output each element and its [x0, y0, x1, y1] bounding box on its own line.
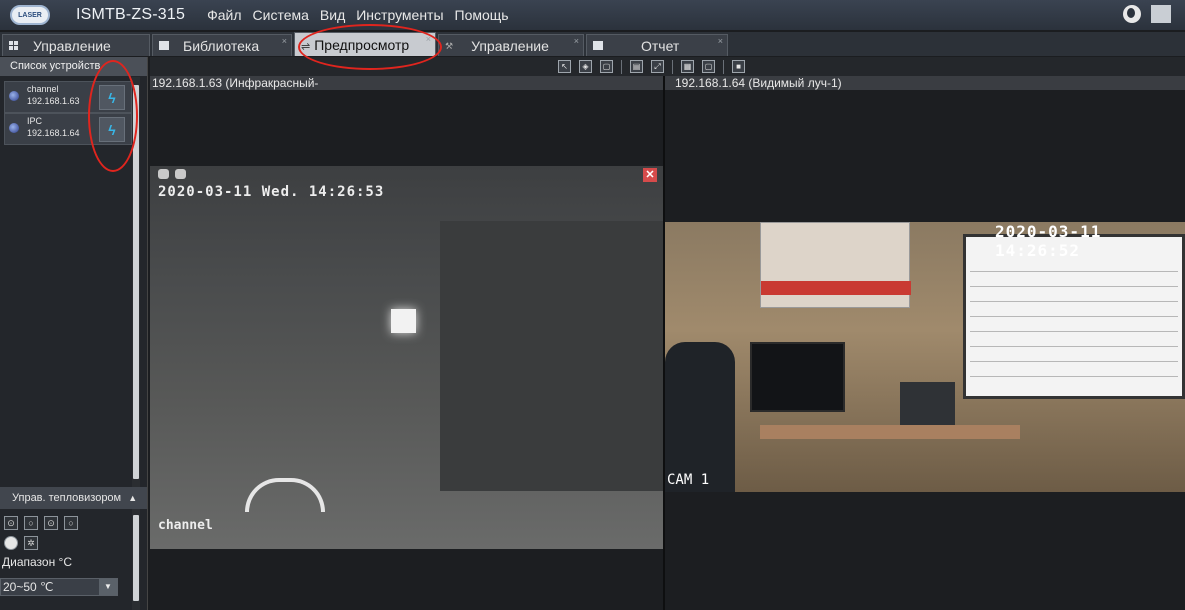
report-icon	[593, 41, 603, 50]
infrared-video[interactable]: 2020-03-11 Wed. 14:26:53 channel ✕	[150, 166, 663, 549]
thermal-scrollbar[interactable]	[132, 509, 140, 610]
app-logo: LASER	[10, 5, 50, 25]
tab-label: Управление	[33, 37, 111, 54]
globe-icon[interactable]	[1123, 5, 1141, 23]
grid-icon	[9, 41, 19, 50]
preview-toolbar: ↖ ◈ ▢ ▤ ⤢ ▦ ▢ ■	[150, 57, 1185, 76]
pointer-icon[interactable]: ↖	[558, 60, 571, 73]
thermal-control-title: Управ. тепловизором	[12, 492, 122, 504]
thermal-controls-row-2: ✲	[4, 536, 38, 550]
ir-timestamp: 2020-03-11 Wed. 14:26:53	[158, 184, 385, 200]
visible-cam-label: CAM 1	[667, 472, 710, 488]
connect-icon[interactable]: ϟ	[99, 85, 125, 110]
device-item[interactable]: channel 192.168.1.63 ϟ	[4, 81, 132, 113]
tab-label: Библиотека	[183, 37, 260, 54]
chevron-down-icon[interactable]: ▼	[99, 579, 117, 595]
menu-system[interactable]: Система	[253, 7, 309, 23]
zoom-icon[interactable]: ⊙	[44, 516, 58, 530]
skin-icon[interactable]	[1151, 5, 1171, 23]
record-icon[interactable]	[158, 169, 169, 179]
scene-chair	[665, 342, 735, 492]
scrollbar-thumb[interactable]	[133, 85, 139, 479]
device-ip: 192.168.1.64	[27, 128, 80, 138]
focus-near-icon[interactable]: ⊙	[4, 516, 18, 530]
tab-label: Отчет	[641, 37, 680, 54]
visible-timestamp: 2020-03-11 14:26:52	[995, 222, 1102, 260]
scene-poster	[760, 222, 911, 308]
scene-chair	[245, 478, 325, 512]
tab-label: Предпросмотр	[314, 36, 410, 53]
tab-label: Управление	[471, 37, 549, 54]
ir-channel-label: channel	[158, 518, 213, 533]
point-measure-icon[interactable]: ◈	[579, 60, 592, 73]
toolbar-divider	[621, 59, 622, 74]
thermal-control-header[interactable]: Управ. тепловизором ▲	[0, 487, 147, 509]
snapshot-icon[interactable]	[175, 169, 186, 179]
scene-monitor	[750, 342, 845, 412]
menu-tools[interactable]: Инструменты	[356, 7, 443, 23]
device-list-title: Список устройств	[0, 57, 147, 76]
tab-report[interactable]: Отчет ×	[586, 34, 728, 56]
range-label: Диапазон °C	[2, 555, 73, 569]
tab-bar: Управление Библиотека × ⇌ Предпросмотр ×…	[0, 32, 1185, 56]
device-name: IPC	[27, 116, 43, 126]
chevron-up-icon: ▲	[128, 493, 138, 503]
settings-icon[interactable]: ✲	[24, 536, 38, 550]
scene-printer	[900, 382, 955, 430]
device-item[interactable]: IPC 192.168.1.64 ϟ	[4, 113, 132, 145]
calibrate-icon[interactable]: ○	[64, 516, 78, 530]
close-icon[interactable]: ×	[574, 36, 579, 46]
fullscreen-icon[interactable]: ⤢	[651, 60, 664, 73]
library-icon	[159, 41, 169, 50]
focus-far-icon[interactable]: ○	[24, 516, 38, 530]
layout-single-icon[interactable]: ▢	[702, 60, 715, 73]
tab-control[interactable]: Управление	[2, 34, 150, 56]
device-name: channel	[27, 84, 59, 94]
app-title: ISMTB-ZS-315	[76, 6, 186, 23]
camera-icon	[9, 123, 19, 133]
scene-wall	[440, 221, 663, 491]
device-panel: Список устройств channel 192.168.1.63 ϟ …	[0, 57, 148, 610]
close-icon[interactable]: ×	[718, 36, 723, 46]
stop-icon[interactable]: ■	[732, 60, 745, 73]
toolbar-divider	[723, 59, 724, 74]
menu-help[interactable]: Помощь	[455, 7, 509, 23]
device-list-scrollbar[interactable]	[132, 77, 140, 487]
tab-preview[interactable]: ⇌ Предпросмотр ×	[294, 32, 436, 56]
right-pane-title: 192.168.1.64 (Видимый луч-1)	[665, 76, 1185, 90]
tab-library[interactable]: Библиотека ×	[152, 34, 292, 56]
scrollbar-thumb[interactable]	[133, 515, 139, 601]
close-icon[interactable]: ✕	[643, 168, 657, 182]
scene-desk	[760, 425, 1020, 439]
overlay-icons	[158, 169, 186, 179]
close-icon[interactable]: ×	[426, 34, 431, 44]
thermal-controls-row: ⊙ ○ ⊙ ○	[4, 516, 78, 530]
close-icon[interactable]: ×	[282, 36, 287, 46]
palette-icon[interactable]	[4, 536, 18, 550]
settings-icon: ⚒	[445, 41, 454, 51]
title-bar: LASER ISMTB-ZS-315 Файл Система Вид Инст…	[0, 0, 1185, 30]
video-area: 192.168.1.63 (Инфракрасный- 192.168.1.64…	[150, 76, 1185, 610]
rect-measure-icon[interactable]: ▢	[600, 60, 613, 73]
left-pane-title: 192.168.1.63 (Инфракрасный-	[150, 76, 663, 90]
camera-icon	[9, 91, 19, 101]
device-ip: 192.168.1.63	[27, 96, 80, 106]
menu-bar: Файл Система Вид Инструменты Помощь	[207, 7, 509, 23]
app-window: LASER ISMTB-ZS-315 Файл Система Вид Инст…	[0, 0, 1185, 610]
hot-spot	[391, 309, 416, 333]
layout-grid-icon[interactable]: ▦	[681, 60, 694, 73]
connect-icon[interactable]: ϟ	[99, 117, 125, 142]
range-select[interactable]: 20~50 ℃ ▼	[0, 578, 118, 596]
capture-icon[interactable]: ▤	[630, 60, 643, 73]
camera-icon: ⇌	[301, 41, 311, 53]
menu-view[interactable]: Вид	[320, 7, 345, 23]
menu-file[interactable]: Файл	[207, 7, 241, 23]
toolbar-divider	[672, 59, 673, 74]
visible-video[interactable]: 2020-03-11 14:26:52 CAM 1	[665, 222, 1185, 492]
tab-control-2[interactable]: ⚒ Управление ×	[438, 34, 584, 56]
range-value: 20~50 ℃	[3, 580, 54, 594]
